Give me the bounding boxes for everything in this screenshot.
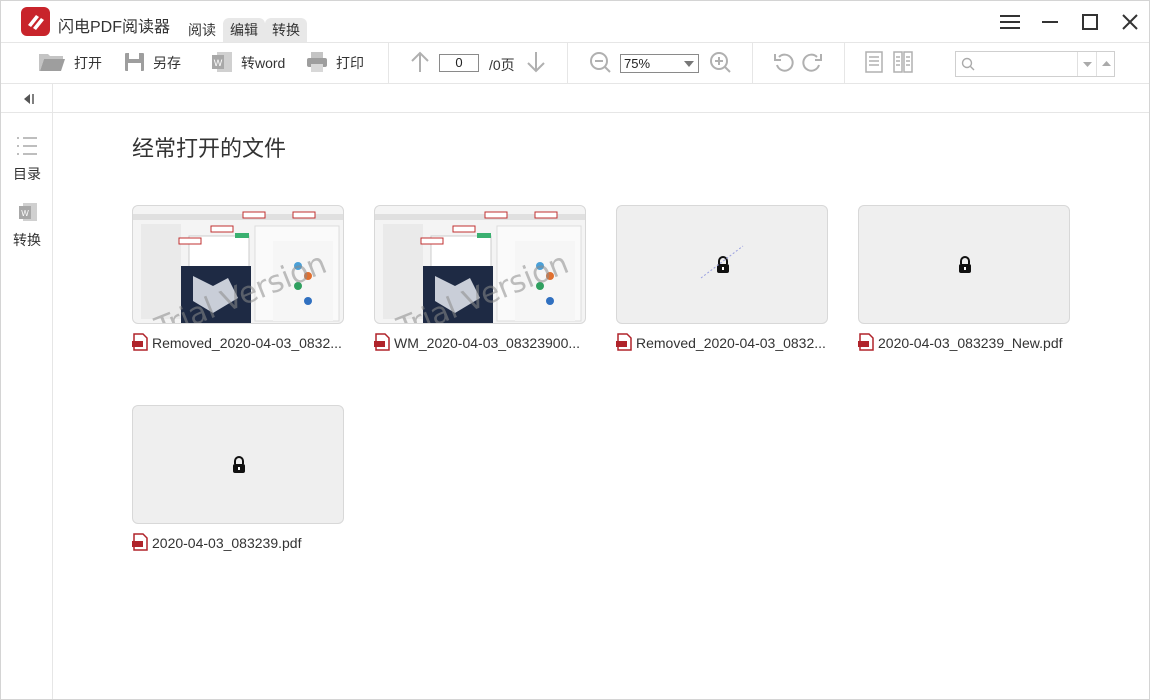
page-title: 经常打开的文件: [132, 136, 287, 161]
pdf-file-icon: [132, 333, 148, 353]
word-icon: W: [211, 51, 233, 76]
single-page-button[interactable]: [865, 43, 883, 83]
toolbar: 打开 另存 W 转word 打印 0 /0页 75%: [1, 42, 1149, 84]
sidebar-item-convert[interactable]: W 转换: [1, 201, 53, 250]
close-icon[interactable]: [1117, 9, 1143, 35]
open-label: 打开: [74, 55, 102, 71]
zoom-out-icon: [589, 51, 611, 76]
recent-file-card[interactable]: Trial Version WM_2020-04-03_08323900...: [374, 205, 588, 351]
sidebar-item-toc-label: 目录: [13, 166, 41, 182]
search-dropdown-button[interactable]: [1077, 52, 1096, 76]
menu-icon[interactable]: [997, 9, 1023, 35]
file-name: 2020-04-03_083239_New.pdf: [878, 335, 1063, 351]
search-input[interactable]: [978, 52, 1078, 76]
zoom-value: 75%: [624, 56, 651, 71]
collapse-sidebar-button[interactable]: [1, 84, 53, 112]
pdf-file-icon: [858, 333, 874, 353]
to-word-button[interactable]: W 转word: [211, 43, 285, 83]
maximize-icon[interactable]: [1077, 9, 1103, 35]
sidebar: 目录 W 转换: [1, 113, 53, 699]
zoom-out-button[interactable]: [589, 43, 611, 83]
file-thumbnail: Trial Version: [132, 205, 344, 324]
search-box: [955, 51, 1115, 77]
file-name-row: WM_2020-04-03_08323900...: [374, 333, 599, 353]
toolbar-divider: [752, 43, 753, 83]
file-thumbnail: Trial Version: [374, 205, 586, 324]
recent-files-panel: 经常打开的文件 Trial Version Removed_2020-04-03…: [54, 113, 1149, 699]
open-button[interactable]: 打开: [38, 43, 102, 83]
zoom-in-icon: [709, 51, 731, 76]
menu-tabs: 阅读 编辑 转换: [181, 18, 307, 42]
file-name: Removed_2020-04-03_0832...: [636, 335, 826, 351]
arrow-up-icon: [409, 50, 431, 77]
print-button[interactable]: 打印: [306, 43, 364, 83]
pdf-file-icon: [132, 533, 148, 553]
zoom-in-button[interactable]: [709, 43, 731, 83]
app-title: 闪电PDF阅读器: [58, 19, 171, 36]
file-name-row: 2020-04-03_083239.pdf: [132, 533, 357, 553]
save-icon: [124, 52, 145, 75]
lock-icon: [958, 256, 972, 279]
recent-file-card[interactable]: 2020-04-03_083239_New.pdf: [858, 205, 1072, 351]
rotate-right-button[interactable]: [801, 43, 823, 83]
rotate-left-button[interactable]: [773, 43, 795, 83]
toolbar-divider: [844, 43, 845, 83]
tab-convert[interactable]: 转换: [265, 18, 307, 42]
file-name: 2020-04-03_083239.pdf: [152, 535, 302, 551]
double-page-button[interactable]: [893, 43, 913, 83]
file-name: WM_2020-04-03_08323900...: [394, 335, 581, 351]
search-icon: [961, 57, 975, 76]
file-thumbnail: [858, 205, 1070, 324]
recent-file-card[interactable]: Trial Version Removed_2020-04-03_0832...: [132, 205, 346, 351]
collapse-left-icon: [21, 92, 35, 110]
svg-text:W: W: [21, 209, 29, 218]
word-icon: W: [15, 203, 39, 226]
title-bar: 闪电PDF阅读器 阅读 编辑 转换: [1, 1, 1149, 42]
panel-header-row: [1, 84, 1149, 113]
sidebar-item-toc[interactable]: 目录: [1, 135, 53, 184]
sidebar-item-convert-label: 转换: [13, 232, 41, 248]
toolbar-divider: [567, 43, 568, 83]
minimize-icon[interactable]: [1037, 9, 1063, 35]
single-page-icon: [865, 50, 883, 76]
file-name: Removed_2020-04-03_0832...: [152, 335, 342, 351]
to-word-label: 转word: [241, 55, 286, 71]
save-as-button[interactable]: 另存: [124, 43, 181, 83]
file-name-row: Removed_2020-04-03_0832...: [132, 333, 357, 353]
app-window: 闪电PDF阅读器 阅读 编辑 转换 打开 另存 W 转word 打印 0 /0页…: [0, 0, 1150, 700]
pdf-file-icon: [374, 333, 390, 353]
print-label: 打印: [336, 55, 364, 71]
arrow-down-icon: [525, 50, 547, 77]
file-name-row: Removed_2020-04-03_0832...: [616, 333, 841, 353]
file-thumbnail: [132, 405, 344, 524]
rotate-left-icon: [773, 51, 795, 76]
search-prev-button[interactable]: [1096, 52, 1115, 76]
file-thumbnail: [616, 205, 828, 324]
printer-icon: [306, 51, 328, 76]
toolbar-divider: [388, 43, 389, 83]
chevron-down-icon: [684, 61, 694, 67]
tab-read[interactable]: 阅读: [181, 18, 223, 42]
app-logo-icon: [21, 7, 50, 36]
double-page-icon: [893, 50, 913, 76]
page-total: /0页: [489, 57, 515, 73]
svg-text:W: W: [214, 58, 223, 68]
recent-file-card[interactable]: 2020-04-03_083239.pdf: [132, 405, 346, 551]
list-icon: [15, 137, 39, 160]
pdf-file-icon: [616, 333, 632, 353]
zoom-select[interactable]: 75%: [620, 54, 699, 73]
next-page-button[interactable]: [525, 43, 547, 83]
tab-edit[interactable]: 编辑: [223, 18, 265, 42]
prev-page-button[interactable]: [409, 43, 431, 83]
recent-file-card[interactable]: Removed_2020-04-03_0832...: [616, 205, 830, 351]
save-as-label: 另存: [153, 55, 181, 71]
lock-icon: [232, 456, 246, 479]
file-name-row: 2020-04-03_083239_New.pdf: [858, 333, 1083, 353]
page-number-input[interactable]: 0: [439, 54, 479, 72]
folder-open-icon: [38, 51, 66, 76]
rotate-right-icon: [801, 51, 823, 76]
